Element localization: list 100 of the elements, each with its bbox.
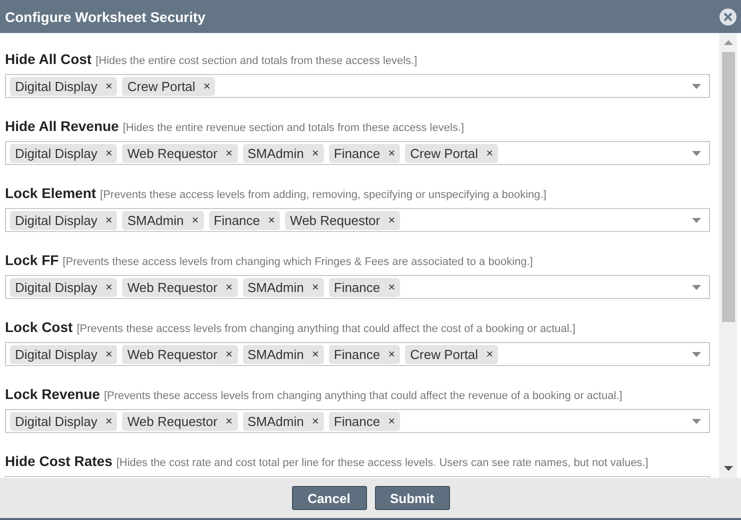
remove-tag-button[interactable]: × [105, 347, 112, 361]
remove-tag-button[interactable]: × [486, 347, 494, 361]
tag[interactable]: Web Requestor × [285, 210, 400, 230]
setting-description: [Hides the entire cost section and totals from these access levels.] [96, 55, 418, 67]
tag-label: SMAdmin [248, 280, 304, 294]
cancel-button[interactable]: Cancel [292, 486, 366, 510]
dropdown-caret-icon[interactable] [692, 218, 701, 223]
setting-description: [Prevents these access levels from adding, removing, specifying or unspecifying a booking.] [100, 189, 546, 201]
tag-label: SMAdmin [248, 414, 304, 428]
remove-tag-button[interactable]: × [312, 280, 319, 294]
setting-description: [Prevents these access levels from changing anything that could affect the revenue of a booking or actual.] [104, 390, 622, 402]
tag[interactable]: Web Requestor × [122, 144, 238, 162]
tag-label: Digital Display [15, 414, 98, 428]
tag[interactable]: Finance × [208, 210, 280, 230]
tag[interactable]: Finance × [328, 412, 400, 430]
tag-label: Web Requestor [127, 280, 218, 294]
tag[interactable]: Crew Portal × [122, 76, 216, 96]
setting-label: Lock Revenue [5, 386, 100, 402]
scrollbar-thumb[interactable] [722, 52, 734, 322]
setting-description: [Hides the cost rate and cost total per line for these access levels. Users can see rate names, but not values.] [116, 457, 648, 469]
submit-button[interactable]: Submit [374, 486, 450, 510]
dropdown-caret-icon[interactable] [692, 151, 701, 156]
setting-label: Hide Cost Rates [5, 453, 112, 469]
multiselect-field[interactable]: Digital Display × Crew Portal × [5, 74, 710, 98]
tag[interactable]: SMAdmin × [242, 278, 324, 296]
window-title: Configure Worksheet Security [5, 8, 206, 24]
remove-tag-button[interactable]: × [225, 347, 232, 361]
setting-description: [Hides the entire revenue section and totals from these access levels.] [122, 122, 464, 134]
setting-description: [Prevents these access levels from changing anything that could affect the cost of a booking or actual.] [76, 323, 576, 335]
tag-label: Digital Display [15, 280, 98, 294]
tag-label: Finance [334, 346, 380, 362]
multiselect-field[interactable]: Digital Display × Web Requestor × SMAdmin × Finance × Crew Portal × [5, 141, 710, 165]
tag-label: SMAdmin [248, 346, 304, 362]
dropdown-caret-icon[interactable] [692, 419, 701, 424]
tag-label: SMAdmin [248, 146, 304, 160]
setting-label: Hide All Cost [5, 51, 92, 67]
tag[interactable]: Crew Portal × [405, 344, 498, 364]
tag[interactable]: Digital Display × [10, 144, 118, 162]
tag[interactable]: Finance × [328, 344, 400, 364]
dropdown-caret-icon[interactable] [692, 285, 701, 290]
tag[interactable]: Digital Display × [10, 344, 118, 364]
remove-tag-button[interactable]: × [388, 280, 396, 294]
tag[interactable]: SMAdmin × [242, 344, 324, 364]
tag-label: Web Requestor [127, 146, 218, 160]
multiselect-field[interactable]: Digital Display × SMAdmin × Finance × Web Requestor × [5, 208, 710, 232]
remove-tag-button[interactable]: × [203, 79, 210, 93]
remove-tag-button[interactable]: × [192, 213, 199, 227]
remove-tag-button[interactable]: × [225, 146, 232, 160]
close-icon[interactable] [719, 8, 737, 26]
tag[interactable]: Web Requestor × [122, 412, 238, 430]
remove-tag-button[interactable]: × [388, 213, 396, 227]
dropdown-caret-icon[interactable] [692, 84, 701, 89]
remove-tag-button[interactable]: × [225, 280, 232, 294]
tag[interactable]: Digital Display × [10, 278, 118, 296]
remove-tag-button[interactable]: × [388, 347, 396, 361]
remove-tag-button[interactable]: × [105, 213, 112, 227]
remove-tag-button[interactable]: × [312, 414, 319, 428]
setting-description: [Prevents these access levels from changing which Fringes & Fees are associated to a booking.] [62, 256, 533, 268]
remove-tag-button[interactable]: × [105, 280, 112, 294]
tag[interactable]: Digital Display × [10, 76, 118, 96]
tag-label: Crew Portal [410, 146, 478, 160]
setting-label: Lock Cost [5, 319, 73, 335]
tag[interactable]: Web Requestor × [122, 278, 238, 296]
multiselect-field[interactable]: Digital Display × Web Requestor × SMAdmin × Finance × [5, 409, 710, 433]
tag-label: Web Requestor [127, 346, 218, 362]
remove-tag-button[interactable]: × [225, 414, 232, 428]
tag-label: Crew Portal [127, 78, 196, 94]
tag-label: Digital Display [15, 346, 98, 362]
tag[interactable]: SMAdmin × [242, 144, 324, 162]
tag-label: Web Requestor [127, 414, 218, 428]
tag[interactable]: Finance × [328, 278, 400, 296]
remove-tag-button[interactable]: × [105, 414, 112, 428]
tag-label: Digital Display [15, 78, 98, 94]
dropdown-caret-icon[interactable] [692, 352, 701, 357]
remove-tag-button[interactable]: × [105, 146, 112, 160]
scroll-down-icon[interactable] [724, 466, 732, 471]
tag[interactable]: Digital Display × [10, 210, 118, 230]
tag-label: Web Requestor [290, 212, 380, 228]
multiselect-field[interactable]: Digital Display × Web Requestor × SMAdmin × Finance × Crew Portal × [5, 342, 710, 366]
tag-label: Finance [334, 146, 380, 160]
tag[interactable]: Crew Portal × [405, 144, 498, 162]
scrollbar[interactable] [719, 33, 737, 478]
setting-label: Lock FF [5, 252, 59, 268]
remove-tag-button[interactable]: × [312, 146, 319, 160]
remove-tag-button[interactable]: × [388, 414, 396, 428]
tag[interactable]: Web Requestor × [122, 344, 238, 364]
remove-tag-button[interactable]: × [268, 213, 276, 227]
tag[interactable]: SMAdmin × [122, 210, 204, 230]
scroll-up-icon[interactable] [724, 40, 732, 45]
tag[interactable]: Finance × [328, 144, 400, 162]
tag[interactable]: Digital Display × [10, 412, 118, 430]
tag[interactable]: SMAdmin × [242, 412, 324, 430]
tag-label: Crew Portal [410, 346, 478, 362]
tag-label: Finance [334, 280, 380, 294]
remove-tag-button[interactable]: × [312, 347, 319, 361]
tag-label: Digital Display [15, 146, 98, 160]
remove-tag-button[interactable]: × [105, 79, 112, 93]
multiselect-field[interactable]: Digital Display × Web Requestor × SMAdmin × Finance × [5, 275, 710, 299]
remove-tag-button[interactable]: × [388, 146, 396, 160]
remove-tag-button[interactable]: × [486, 146, 494, 160]
